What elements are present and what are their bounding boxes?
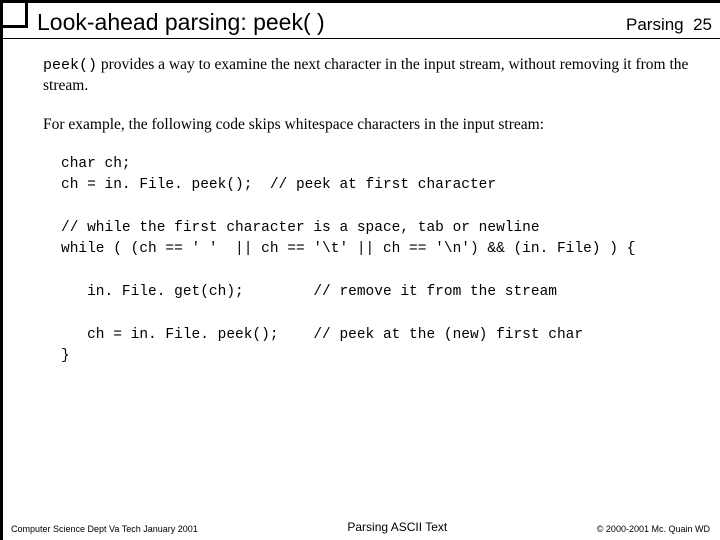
- code-line: while ( (ch == ' ' || ch == '\t' || ch =…: [61, 241, 635, 257]
- section-label: Parsing: [626, 15, 684, 34]
- intro-text: provides a way to examine the next chara…: [43, 56, 688, 94]
- footer-center: Parsing ASCII Text: [347, 520, 447, 534]
- page-number: 25: [693, 15, 712, 34]
- intro-paragraph: peek() provides a way to examine the nex…: [43, 55, 708, 97]
- example-lead-in: For example, the following code skips wh…: [43, 115, 708, 136]
- footer-left: Computer Science Dept Va Tech January 20…: [11, 524, 198, 534]
- footer-right: © 2000-2001 Mc. Quain WD: [597, 524, 710, 534]
- title-bar: Look-ahead parsing: peek( ) Parsing 25: [3, 3, 720, 39]
- code-line: in. File. get(ch); // remove it from the…: [61, 284, 557, 300]
- code-line: }: [61, 348, 70, 364]
- code-line: char ch;: [61, 156, 131, 172]
- peek-token: peek(): [43, 57, 97, 74]
- slide-body: peek() provides a way to examine the nex…: [3, 39, 720, 367]
- code-line: ch = in. File. peek(); // peek at the (n…: [61, 327, 583, 343]
- code-block-2: // while the first character is a space,…: [61, 218, 708, 260]
- slide-page: Look-ahead parsing: peek( ) Parsing 25 p…: [0, 0, 720, 540]
- code-block-4: ch = in. File. peek(); // peek at the (n…: [61, 325, 708, 367]
- slide-title: Look-ahead parsing: peek( ): [37, 9, 325, 36]
- corner-decoration: [0, 0, 28, 28]
- code-line: ch = in. File. peek(); // peek at first …: [61, 177, 496, 193]
- code-line: // while the first character is a space,…: [61, 220, 540, 236]
- code-block-1: char ch; ch = in. File. peek(); // peek …: [61, 154, 708, 196]
- code-block-3: in. File. get(ch); // remove it from the…: [61, 282, 708, 303]
- slide-section-page: Parsing 25: [626, 15, 712, 35]
- slide-footer: Computer Science Dept Va Tech January 20…: [3, 520, 720, 534]
